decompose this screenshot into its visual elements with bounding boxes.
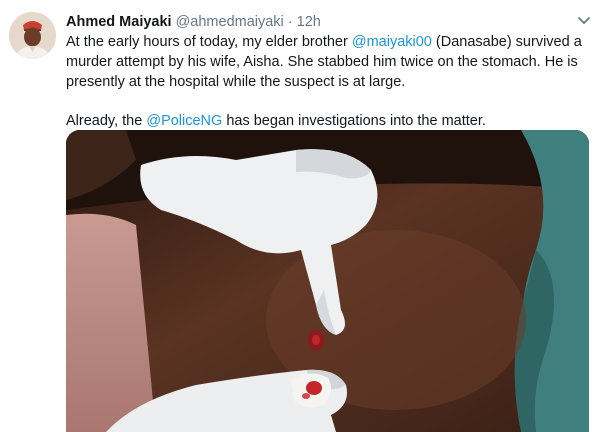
tweet-card[interactable]: Ahmed Maiyaki @ahmedmaiyaki · 12h At the ea…	[0, 0, 612, 432]
tweet-paragraph-1: At the early hours of today, my elder br…	[66, 33, 596, 92]
more-options-button[interactable]	[574, 10, 594, 30]
tweet-timestamp[interactable]: 12h	[297, 14, 321, 30]
separator-dot: ·	[287, 14, 293, 30]
text-segment: has began investigations into the matter…	[222, 113, 486, 130]
tweet-text: At the early hours of today, my elder br…	[66, 33, 596, 132]
photo-image	[66, 130, 589, 432]
avatar[interactable]	[9, 12, 56, 59]
mention-link-policeng[interactable]: @PoliceNG	[146, 113, 222, 129]
text-segment: At the early hours of today, my elder br…	[66, 34, 352, 50]
display-name[interactable]: Ahmed Maiyaki	[66, 14, 172, 30]
user-handle[interactable]: @ahmedmaiyaki	[176, 14, 284, 30]
chevron-down-icon	[578, 17, 590, 24]
profile-photo-image	[9, 12, 56, 59]
tweet-header: Ahmed Maiyaki @ahmedmaiyaki · 12h	[66, 12, 321, 32]
tweet-paragraph-2: Already, the @PoliceNG has began investi…	[66, 112, 596, 132]
text-segment: Already, the	[66, 113, 147, 130]
tweet-media-photo[interactable]	[66, 130, 589, 432]
mention-link-maiyaki00[interactable]: @maiyaki00	[352, 34, 432, 50]
